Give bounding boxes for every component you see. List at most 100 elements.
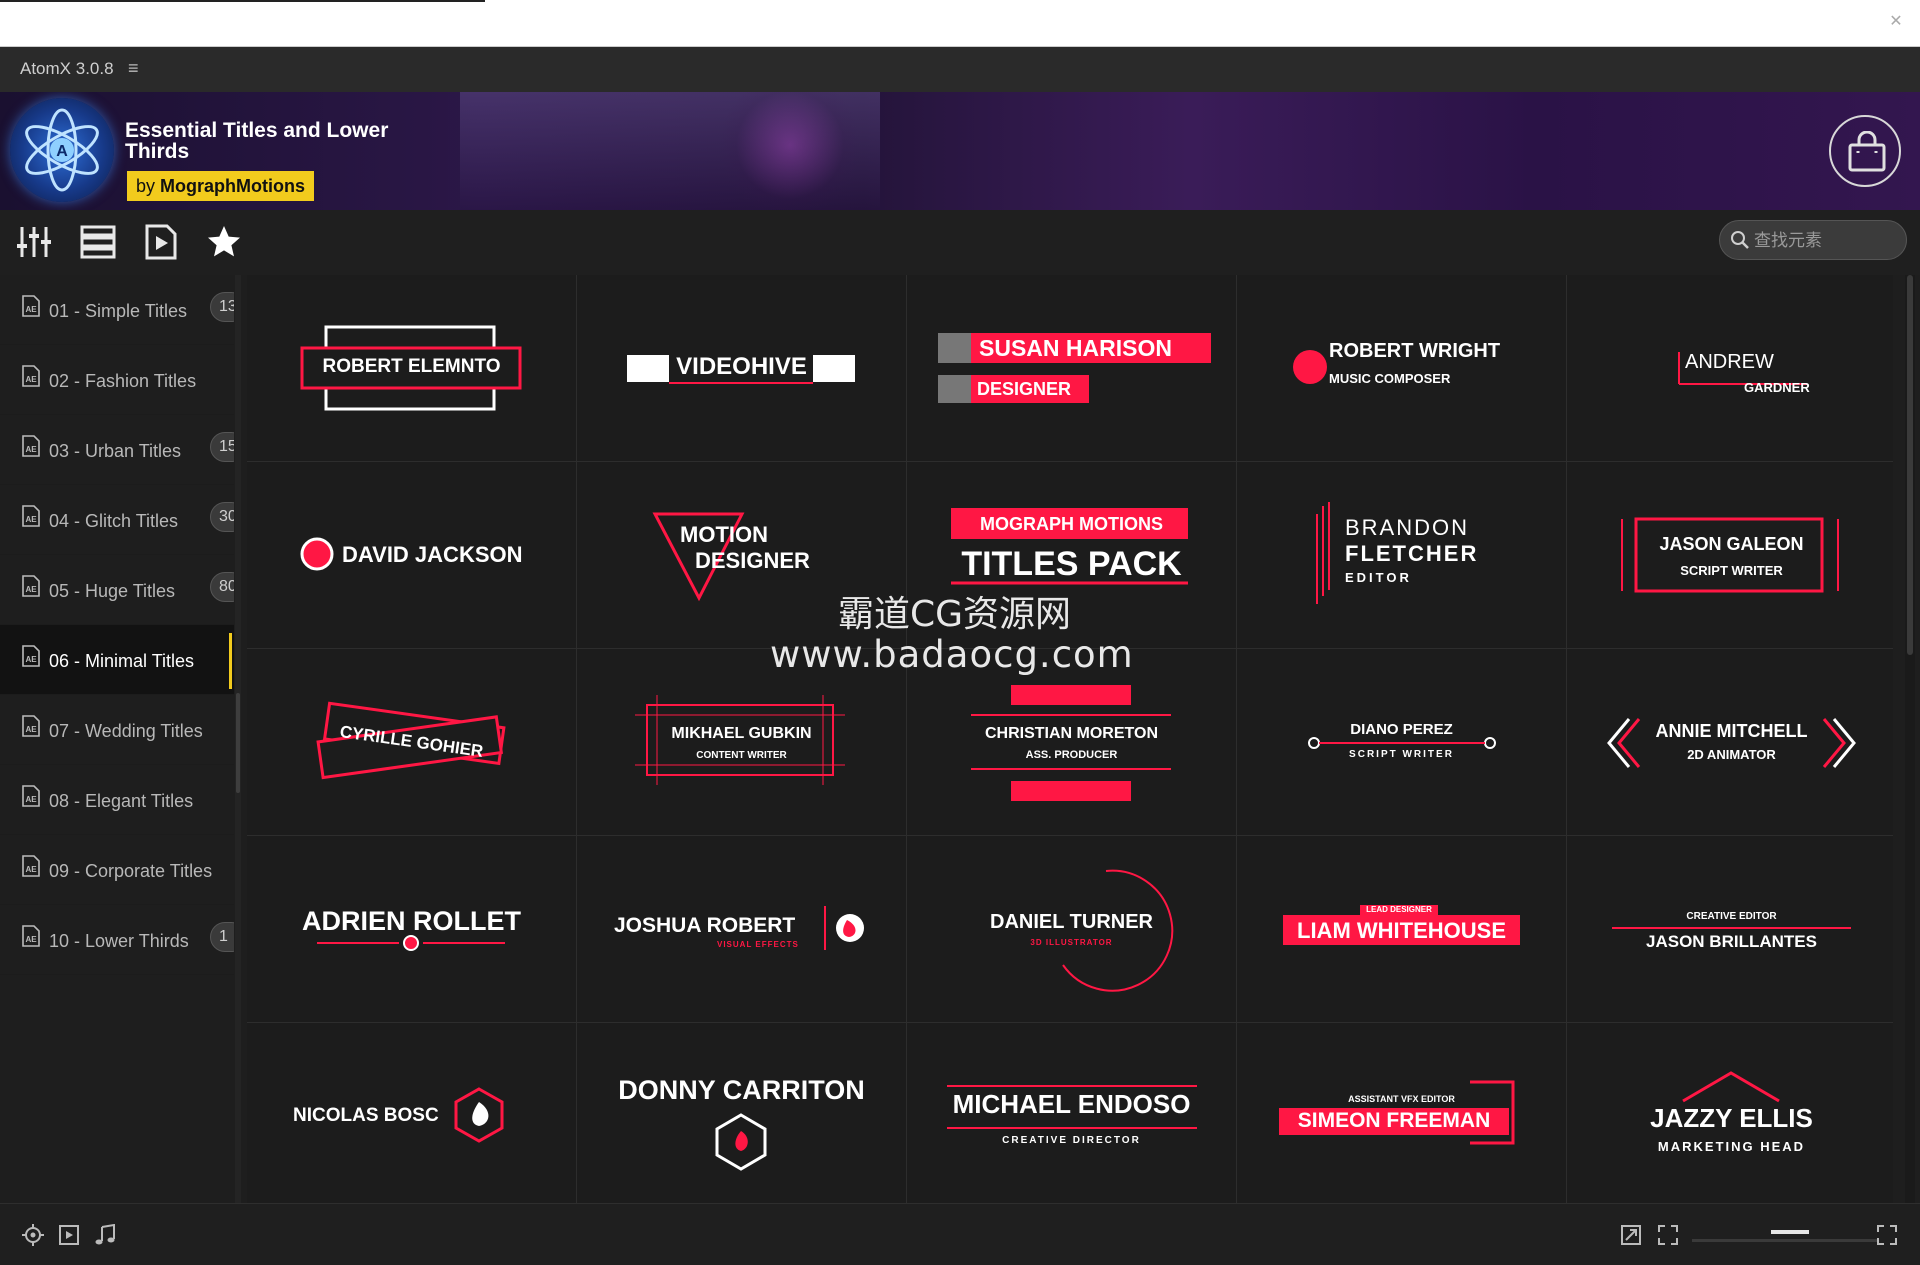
ae-file-icon: AE bbox=[22, 435, 40, 457]
pack-banner: A Essential Titles and Lower Thirds by M… bbox=[0, 92, 1920, 210]
tile-name: SIMEON FREEMAN bbox=[1297, 1109, 1491, 1132]
video-icon[interactable] bbox=[58, 1224, 80, 1246]
preset-tile-daniel-turner[interactable]: DANIEL TURNER 3D ILLUSTRATOR bbox=[907, 836, 1236, 1022]
category-item[interactable]: AE 07 - Wedding Titles bbox=[0, 695, 234, 765]
category-label: 07 - Wedding Titles bbox=[49, 721, 203, 741]
preset-tile-susan-harison[interactable]: SUSAN HARISON DESIGNER bbox=[907, 275, 1236, 461]
category-item[interactable]: AE 10 - Lower Thirds 1 bbox=[0, 905, 234, 975]
svg-text:AE: AE bbox=[25, 375, 37, 384]
favorites-star-icon[interactable] bbox=[206, 224, 242, 260]
preset-grid: ROBERT ELEMNTO VIDEOHIVE SUSAN HARISON D… bbox=[247, 275, 1893, 1203]
fullscreen-icon[interactable] bbox=[1657, 1224, 1679, 1246]
list-view-icon[interactable] bbox=[80, 224, 116, 260]
svg-text:AE: AE bbox=[25, 305, 37, 314]
pack-title: Essential Titles and Lower Thirds bbox=[125, 119, 389, 163]
ae-file-icon: AE bbox=[22, 575, 40, 597]
author-name: MographMotions bbox=[160, 176, 306, 196]
ae-file-icon: AE bbox=[22, 505, 40, 527]
category-item[interactable]: AE 04 - Glitch Titles 30 bbox=[0, 485, 234, 555]
preset-tile-adrien-rollet[interactable]: ADRIEN ROLLET bbox=[247, 836, 576, 1022]
preset-tile-michael-endoso[interactable]: MICHAEL ENDOSO CREATIVE DIRECTOR bbox=[907, 1023, 1236, 1203]
tile-line1: MOGRAPH MOTIONS bbox=[980, 514, 1163, 534]
category-item[interactable]: AE 08 - Elegant Titles bbox=[0, 765, 234, 835]
app-titlebar: AtomX 3.0.8 ≡ bbox=[0, 47, 1920, 92]
preset-tile-andrew-gardner[interactable]: ANDREW GARDNER bbox=[1567, 275, 1893, 461]
grid-size-icon[interactable] bbox=[1876, 1224, 1898, 1246]
preset-tile-joshua-robert[interactable]: JOSHUA ROBERT VISUAL EFFECTS bbox=[577, 836, 906, 1022]
category-count-badge: 80 bbox=[210, 572, 234, 602]
atomx-logo-icon: A bbox=[10, 98, 114, 202]
preset-tile-donny-carriton[interactable]: DONNY CARRITON bbox=[577, 1023, 906, 1203]
play-file-icon[interactable] bbox=[143, 224, 179, 260]
search-icon bbox=[1731, 231, 1749, 249]
tile-role: MARKETING HEAD bbox=[1657, 1139, 1806, 1154]
tile-first-name: BRANDON bbox=[1345, 515, 1470, 540]
music-note-icon[interactable] bbox=[94, 1224, 116, 1246]
category-item[interactable]: AE 05 - Huge Titles 80 bbox=[0, 555, 234, 625]
svg-text:AE: AE bbox=[25, 935, 37, 944]
zoom-slider-track[interactable] bbox=[1692, 1239, 1878, 1242]
grid-scrollbar[interactable] bbox=[1905, 275, 1915, 1203]
tile-role: 3D ILLUSTRATOR bbox=[1030, 938, 1113, 947]
mixer-sliders-icon[interactable] bbox=[16, 224, 52, 260]
tile-line2: DESIGNER bbox=[695, 548, 810, 573]
category-item[interactable]: AE 03 - Urban Titles 15 bbox=[0, 415, 234, 485]
preset-tile-robert-elemnto[interactable]: ROBERT ELEMNTO bbox=[247, 275, 576, 461]
tile-name: DONNY CARRITON bbox=[618, 1075, 865, 1105]
status-bar bbox=[0, 1203, 1920, 1265]
category-item[interactable]: AE 06 - Minimal Titles bbox=[0, 625, 234, 695]
category-label: 03 - Urban Titles bbox=[49, 441, 182, 461]
close-icon[interactable]: ✕ bbox=[1884, 10, 1908, 34]
tile-role: VISUAL EFFECTS bbox=[717, 940, 799, 949]
preset-tile-jazzy-ellis[interactable]: JAZZY ELLIS MARKETING HEAD bbox=[1567, 1023, 1893, 1203]
preset-tile-jason-galeon[interactable]: JASON GALEON SCRIPT WRITER bbox=[1567, 462, 1893, 648]
sidebar-scrollbar[interactable] bbox=[235, 275, 241, 1203]
loading-bar bbox=[0, 0, 485, 2]
search-box[interactable] bbox=[1719, 220, 1907, 260]
category-item[interactable]: AE 09 - Corporate Titles bbox=[0, 835, 234, 905]
tile-last-name: FLETCHER bbox=[1345, 541, 1479, 566]
tile-name: JAZZY ELLIS bbox=[1650, 1103, 1813, 1133]
shopping-bag-button[interactable] bbox=[1829, 115, 1901, 187]
preset-tile-diano-perez[interactable]: DIANO PEREZ SCRIPT WRITER bbox=[1237, 649, 1566, 835]
preset-tile-cyrille-gohier[interactable]: CYRILLE GOHIER bbox=[247, 649, 576, 835]
category-item[interactable]: AE 01 - Simple Titles 13 bbox=[0, 275, 234, 345]
preset-tile-videohive[interactable]: VIDEOHIVE bbox=[577, 275, 906, 461]
category-label: 01 - Simple Titles bbox=[49, 301, 188, 321]
target-icon[interactable] bbox=[22, 1224, 44, 1246]
preset-tile-jason-brillantes[interactable]: CREATIVE EDITOR JASON BRILLANTES bbox=[1567, 836, 1893, 1022]
category-label: 06 - Minimal Titles bbox=[49, 651, 195, 671]
preset-tile-nicolas-bosc[interactable]: NICOLAS BOSC bbox=[247, 1023, 576, 1203]
category-item[interactable]: AE 02 - Fashion Titles bbox=[0, 345, 234, 415]
tile-name: ANNIE MITCHELL bbox=[1655, 721, 1808, 741]
preset-tile-brandon-fletcher[interactable]: BRANDON FLETCHER EDITOR bbox=[1237, 462, 1566, 648]
author-prefix: by bbox=[136, 176, 156, 196]
toolbar bbox=[0, 210, 1920, 275]
tile-name: NICOLAS BOSC bbox=[293, 1105, 439, 1126]
tile-name: LIAM WHITEHOUSE bbox=[1297, 918, 1506, 943]
category-sidebar: AE 01 - Simple Titles 13 AE 02 - Fashion Tit… bbox=[0, 275, 234, 1203]
scrollbar-thumb[interactable] bbox=[1907, 275, 1913, 655]
ae-file-icon: AE bbox=[22, 645, 40, 667]
expand-icon[interactable] bbox=[1620, 1224, 1642, 1246]
watermark-url: www.badaocg.com bbox=[770, 633, 1134, 676]
tile-name: DAVID JACKSON bbox=[342, 542, 523, 567]
author-badge[interactable]: by MographMotions bbox=[127, 171, 315, 201]
hamburger-menu-icon[interactable]: ≡ bbox=[128, 58, 139, 79]
tile-name: ADRIEN ROLLET bbox=[302, 906, 521, 936]
preset-tile-robert-wright[interactable]: ROBERT WRIGHT MUSIC COMPOSER bbox=[1237, 275, 1566, 461]
preset-tile-annie-mitchell[interactable]: ANNIE MITCHELL 2D ANIMATOR bbox=[1567, 649, 1893, 835]
svg-text:AE: AE bbox=[25, 445, 37, 454]
tile-first-name: ANDREW bbox=[1685, 351, 1774, 373]
preset-tile-simeon-freeman[interactable]: ASSISTANT VFX EDITOR SIMEON FREEMAN bbox=[1237, 1023, 1566, 1203]
zoom-slider-knob[interactable] bbox=[1771, 1230, 1809, 1234]
preset-tile-liam-whitehouse[interactable]: LEAD DESIGNER LIAM WHITEHOUSE bbox=[1237, 836, 1566, 1022]
svg-text:AE: AE bbox=[25, 865, 37, 874]
preset-tile-mikhael-gubkin[interactable]: MIKHAEL GUBKIN CONTENT WRITER bbox=[577, 649, 906, 835]
preset-tile-christian-moreton[interactable]: CHRISTIAN MORETON ASS. PRODUCER bbox=[907, 649, 1236, 835]
banner-glow bbox=[690, 92, 890, 210]
search-input[interactable] bbox=[1754, 229, 1899, 253]
category-label: 05 - Huge Titles bbox=[49, 581, 176, 601]
preset-tile-david-jackson[interactable]: DAVID JACKSON bbox=[247, 462, 576, 648]
tile-name: VIDEOHIVE bbox=[676, 353, 807, 380]
